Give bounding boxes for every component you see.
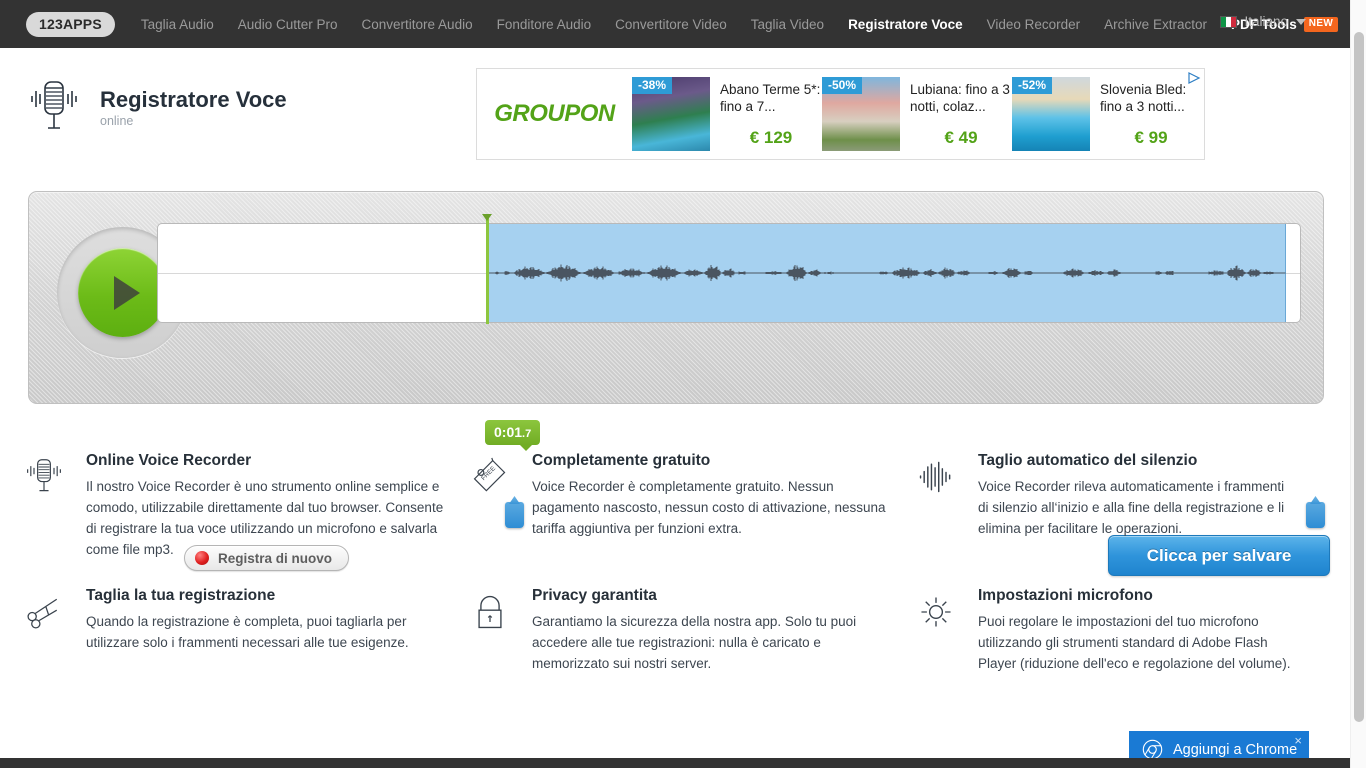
feature-completamente-gratuito: FREE Completamente gratuito Voice Record… bbox=[470, 452, 916, 561]
playhead-arrow-icon bbox=[482, 214, 492, 221]
add-to-chrome-label: Aggiungi a Chrome bbox=[1173, 741, 1298, 758]
nav-item-registratore-voce[interactable]: Registratore Voce bbox=[848, 17, 963, 32]
feature-taglia-registrazione: Taglia la tua registrazione Quando la re… bbox=[24, 587, 470, 675]
ad-offer-price: € 129 bbox=[749, 127, 793, 147]
advertisement-banner[interactable]: GROUPON -38% Abano Terme 5*: fino a 7...… bbox=[476, 68, 1205, 160]
microphone-icon bbox=[31, 81, 77, 129]
page-footer-bar bbox=[0, 758, 1350, 768]
microphone-icon bbox=[24, 452, 86, 561]
nav-item-archive-extractor[interactable]: Archive Extractor bbox=[1104, 17, 1207, 32]
italy-flag-icon bbox=[1220, 15, 1238, 28]
feature-description: Quando la registrazione è completa, puoi… bbox=[86, 613, 409, 650]
page-title: Registratore Voce bbox=[100, 86, 287, 112]
feature-online-voice-recorder: Online Voice Recorder Il nostro Voice Re… bbox=[24, 452, 470, 561]
feature-description: Puoi regolare le impostazioni del tuo mi… bbox=[978, 613, 1291, 671]
chevron-down-icon bbox=[1296, 18, 1306, 25]
feature-impostazioni-microfono: Impostazioni microfono Puoi regolare le … bbox=[916, 587, 1316, 675]
feature-taglio-automatico-silenzio: Taglio automatico del silenzio Voice Rec… bbox=[916, 452, 1316, 561]
waveform-icon bbox=[916, 452, 978, 561]
nav-item-fonditore-audio[interactable]: Fonditore Audio bbox=[497, 17, 592, 32]
ad-discount-badge: -38% bbox=[632, 77, 673, 94]
time-marker-fraction: .7 bbox=[522, 428, 532, 440]
audio-player-panel: 0:01.7 Registra di nuovo Clicca per salv… bbox=[28, 191, 1330, 576]
gear-icon bbox=[916, 587, 978, 675]
feature-privacy-garantita: Privacy garantita Garantiamo la sicurezz… bbox=[470, 587, 916, 675]
language-label: Italiano bbox=[1244, 14, 1288, 29]
feature-description: Garantiamo la sicurezza della nostra app… bbox=[532, 613, 857, 671]
ad-thumbnail: -38% bbox=[632, 77, 710, 151]
scrollbar-thumb[interactable] bbox=[1354, 32, 1364, 722]
feature-description: Il nostro Voice Recorder è uno strumento… bbox=[86, 479, 444, 557]
feature-description: Voice Recorder è completamente gratuito.… bbox=[532, 479, 886, 536]
ad-thumbnail: -52% bbox=[1012, 77, 1090, 151]
ad-thumbnail: -50% bbox=[822, 77, 900, 151]
language-selector[interactable]: Italiano bbox=[1220, 14, 1306, 29]
page-scrollbar[interactable] bbox=[1350, 0, 1366, 768]
feature-title: Taglia la tua registrazione bbox=[86, 586, 276, 604]
playhead-cursor[interactable] bbox=[482, 214, 492, 324]
play-icon bbox=[113, 275, 140, 310]
feature-title: Online Voice Recorder bbox=[86, 452, 252, 469]
chrome-icon bbox=[1142, 739, 1163, 760]
nav-item-taglia-video[interactable]: Taglia Video bbox=[751, 17, 824, 32]
nav-item-taglia-audio[interactable]: Taglia Audio bbox=[141, 17, 214, 32]
play-button-circle bbox=[78, 248, 167, 337]
lock-icon bbox=[470, 587, 532, 675]
page-header: Registratore Voce online bbox=[26, 78, 287, 138]
ad-offer-title: Slovenia Bled: fino a 3 notti... bbox=[1100, 82, 1187, 114]
svg-text:FREE: FREE bbox=[480, 465, 497, 482]
feature-title: Completamente gratuito bbox=[532, 452, 711, 469]
audio-timeline[interactable] bbox=[157, 214, 1301, 324]
close-icon[interactable]: × bbox=[1294, 733, 1302, 748]
ad-discount-badge: -52% bbox=[1012, 77, 1053, 94]
ad-offer-3[interactable]: -52% Slovenia Bled: fino a 3 notti... € … bbox=[1012, 69, 1202, 159]
ad-offer-1[interactable]: -38% Abano Terme 5*: fino a 7... € 129 bbox=[632, 69, 822, 159]
nav-item-audio-cutter-pro[interactable]: Audio Cutter Pro bbox=[238, 17, 338, 32]
ad-discount-badge: -50% bbox=[822, 77, 863, 94]
scissors-icon bbox=[24, 587, 86, 675]
top-navigation-bar: 123APPS Taglia Audio Audio Cutter Pro Co… bbox=[0, 0, 1350, 48]
page-subtitle: online bbox=[100, 114, 134, 129]
ad-choices-icon[interactable] bbox=[1188, 72, 1201, 85]
nav-item-convertitore-audio[interactable]: Convertitore Audio bbox=[362, 17, 473, 32]
feature-title: Taglio automatico del silenzio bbox=[978, 452, 1198, 469]
time-marker-minutes: 0:01 bbox=[494, 424, 523, 440]
ad-offer-title: Abano Terme 5*: fino a 7... bbox=[720, 82, 821, 114]
nav-item-video-recorder[interactable]: Video Recorder bbox=[987, 17, 1081, 32]
features-grid: Online Voice Recorder Il nostro Voice Re… bbox=[24, 452, 1334, 674]
new-badge: NEW bbox=[1303, 16, 1339, 32]
ad-brand-groupon: GROUPON bbox=[494, 100, 615, 127]
feature-description: Voice Recorder rileva automaticamente i … bbox=[978, 479, 1285, 536]
ad-offer-title: Lubiana: fino a 3 notti, colaz... bbox=[910, 82, 1010, 114]
nav-item-convertitore-video[interactable]: Convertitore Video bbox=[615, 17, 727, 32]
feature-title: Impostazioni microfono bbox=[978, 586, 1153, 604]
ad-offer-price: € 99 bbox=[1134, 127, 1168, 147]
audio-waveform bbox=[486, 264, 1286, 282]
time-marker-label: 0:01.7 bbox=[485, 420, 541, 451]
ad-offer-2[interactable]: -50% Lubiana: fino a 3 notti, colaz... €… bbox=[822, 69, 1012, 159]
free-tag-icon: FREE bbox=[470, 452, 532, 561]
brand-logo[interactable]: 123APPS bbox=[26, 11, 115, 37]
ad-offer-price: € 49 bbox=[944, 127, 978, 147]
feature-title: Privacy garantita bbox=[532, 586, 657, 604]
